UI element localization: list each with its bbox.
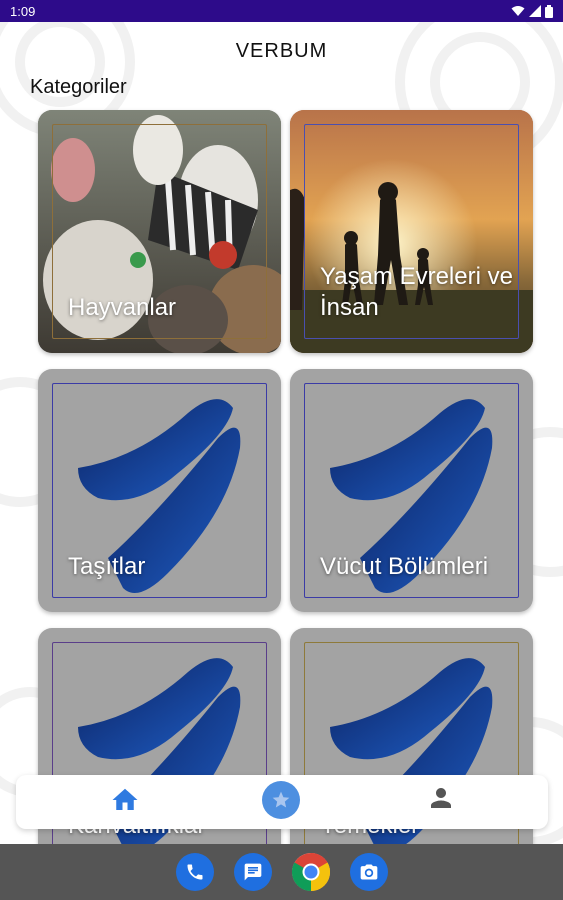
signal-icon bbox=[529, 5, 541, 17]
category-card-life-stages[interactable]: Yaşam Evreleri ve İnsan bbox=[290, 110, 533, 353]
camera-icon bbox=[360, 864, 378, 880]
wifi-icon bbox=[511, 6, 525, 16]
phone-app[interactable] bbox=[176, 853, 214, 891]
chrome-app[interactable] bbox=[292, 853, 330, 891]
person-icon bbox=[431, 788, 451, 808]
status-time: 1:09 bbox=[10, 3, 36, 19]
system-dock bbox=[0, 844, 563, 900]
category-label: Hayvanlar bbox=[68, 294, 177, 321]
category-card-meals[interactable]: Yemekler bbox=[290, 628, 533, 871]
chrome-icon bbox=[292, 853, 330, 891]
message-icon bbox=[244, 863, 262, 881]
status-bar: 1:09 bbox=[0, 0, 563, 22]
category-card-animals[interactable]: Hayvanlar bbox=[38, 110, 281, 353]
battery-icon bbox=[545, 4, 553, 18]
phone-icon bbox=[187, 864, 203, 880]
category-card-breakfast[interactable]: Kıyafetler / Kahvaltılıklar bbox=[38, 628, 281, 871]
bottom-navigation bbox=[16, 775, 548, 829]
section-title: Kategoriler bbox=[30, 76, 127, 98]
category-label: Yaşam Evreleri ve İnsan bbox=[320, 263, 513, 321]
app-title: VERBUM bbox=[235, 40, 328, 62]
camera-app[interactable] bbox=[350, 853, 388, 891]
nav-favorites-button[interactable] bbox=[262, 781, 300, 819]
status-icons bbox=[511, 4, 553, 18]
category-label: Vücut Bölümleri bbox=[320, 553, 489, 580]
category-card-vehicles[interactable]: Taşıtlar bbox=[38, 369, 281, 612]
star-icon bbox=[272, 791, 290, 808]
category-label: Taşıtlar bbox=[68, 553, 146, 580]
nav-profile-button[interactable] bbox=[426, 783, 456, 813]
nav-home-button[interactable] bbox=[110, 785, 140, 815]
home-icon bbox=[112, 788, 138, 810]
category-card-body-parts[interactable]: Vücut Bölümleri bbox=[290, 369, 533, 612]
messages-app[interactable] bbox=[234, 853, 272, 891]
